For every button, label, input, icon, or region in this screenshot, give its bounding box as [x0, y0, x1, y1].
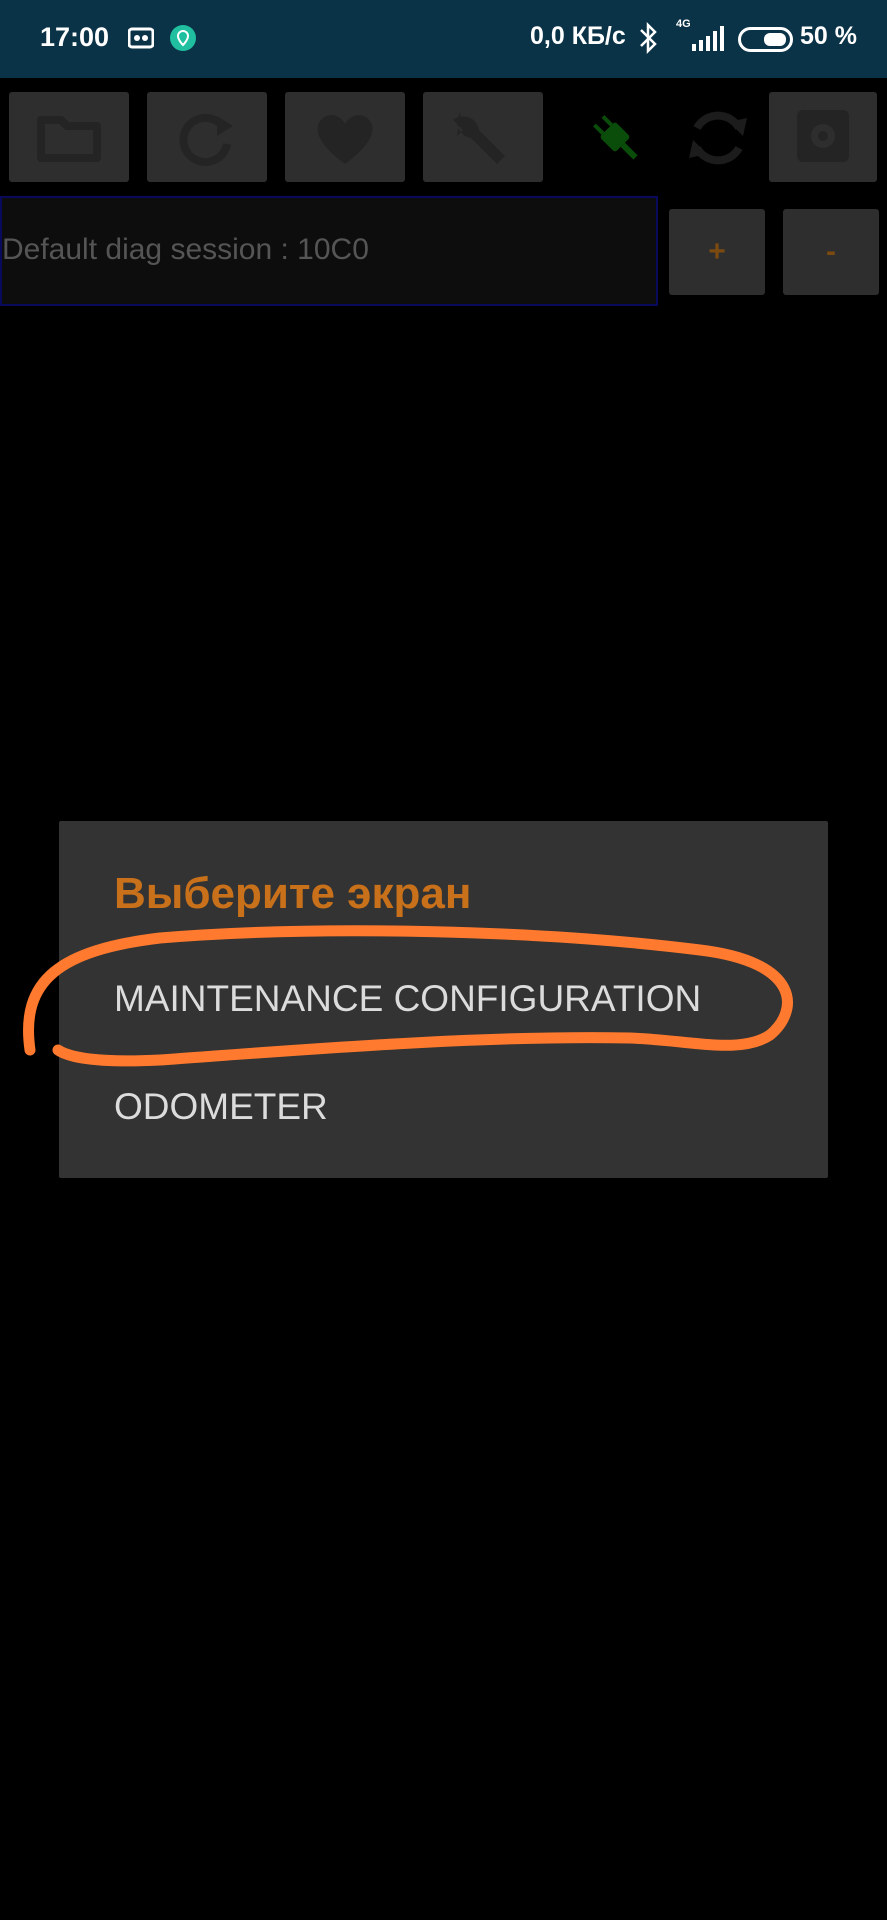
menu-item-odometer[interactable]: ODOMETER	[114, 1086, 328, 1128]
diag-session-field[interactable]: Default diag session : 10C0	[0, 196, 658, 306]
open-file-button[interactable]	[9, 92, 129, 182]
favorites-button[interactable]	[285, 92, 405, 182]
menu-item-maintenance-configuration[interactable]: MAINTENANCE CONFIGURATION	[114, 978, 701, 1020]
vpn-card-icon	[127, 20, 155, 61]
minus-button[interactable]: -	[783, 209, 879, 295]
location-app-icon	[169, 24, 197, 57]
bluetooth-icon	[636, 20, 660, 61]
tools-button[interactable]	[423, 92, 543, 182]
signal-icon	[680, 26, 726, 57]
connection-status[interactable]	[560, 92, 670, 182]
status-bar: 17:00 0,0 КБ/с 4G 50 %	[0, 0, 887, 78]
heart-icon	[317, 115, 373, 164]
status-time: 17:00	[40, 22, 110, 52]
refresh-button[interactable]	[147, 92, 267, 182]
sync-icon	[689, 111, 747, 165]
network-speed: 0,0 КБ/с	[530, 22, 626, 50]
sync-button[interactable]	[663, 92, 773, 182]
select-screen-dialog: Выберите экран MAINTENANCE CONFIGURATION…	[59, 821, 828, 1178]
folder-icon	[37, 116, 101, 162]
refresh-icon	[179, 113, 233, 166]
dialog-title: Выберите экран	[114, 869, 472, 918]
plus-button[interactable]: +	[669, 209, 765, 295]
battery-icon	[738, 27, 796, 58]
plug-icon	[593, 115, 638, 160]
battery-percent: 50 %	[800, 22, 857, 50]
wrench-icon	[453, 112, 505, 164]
settings-button[interactable]	[769, 92, 877, 182]
settings-icon	[797, 110, 849, 162]
